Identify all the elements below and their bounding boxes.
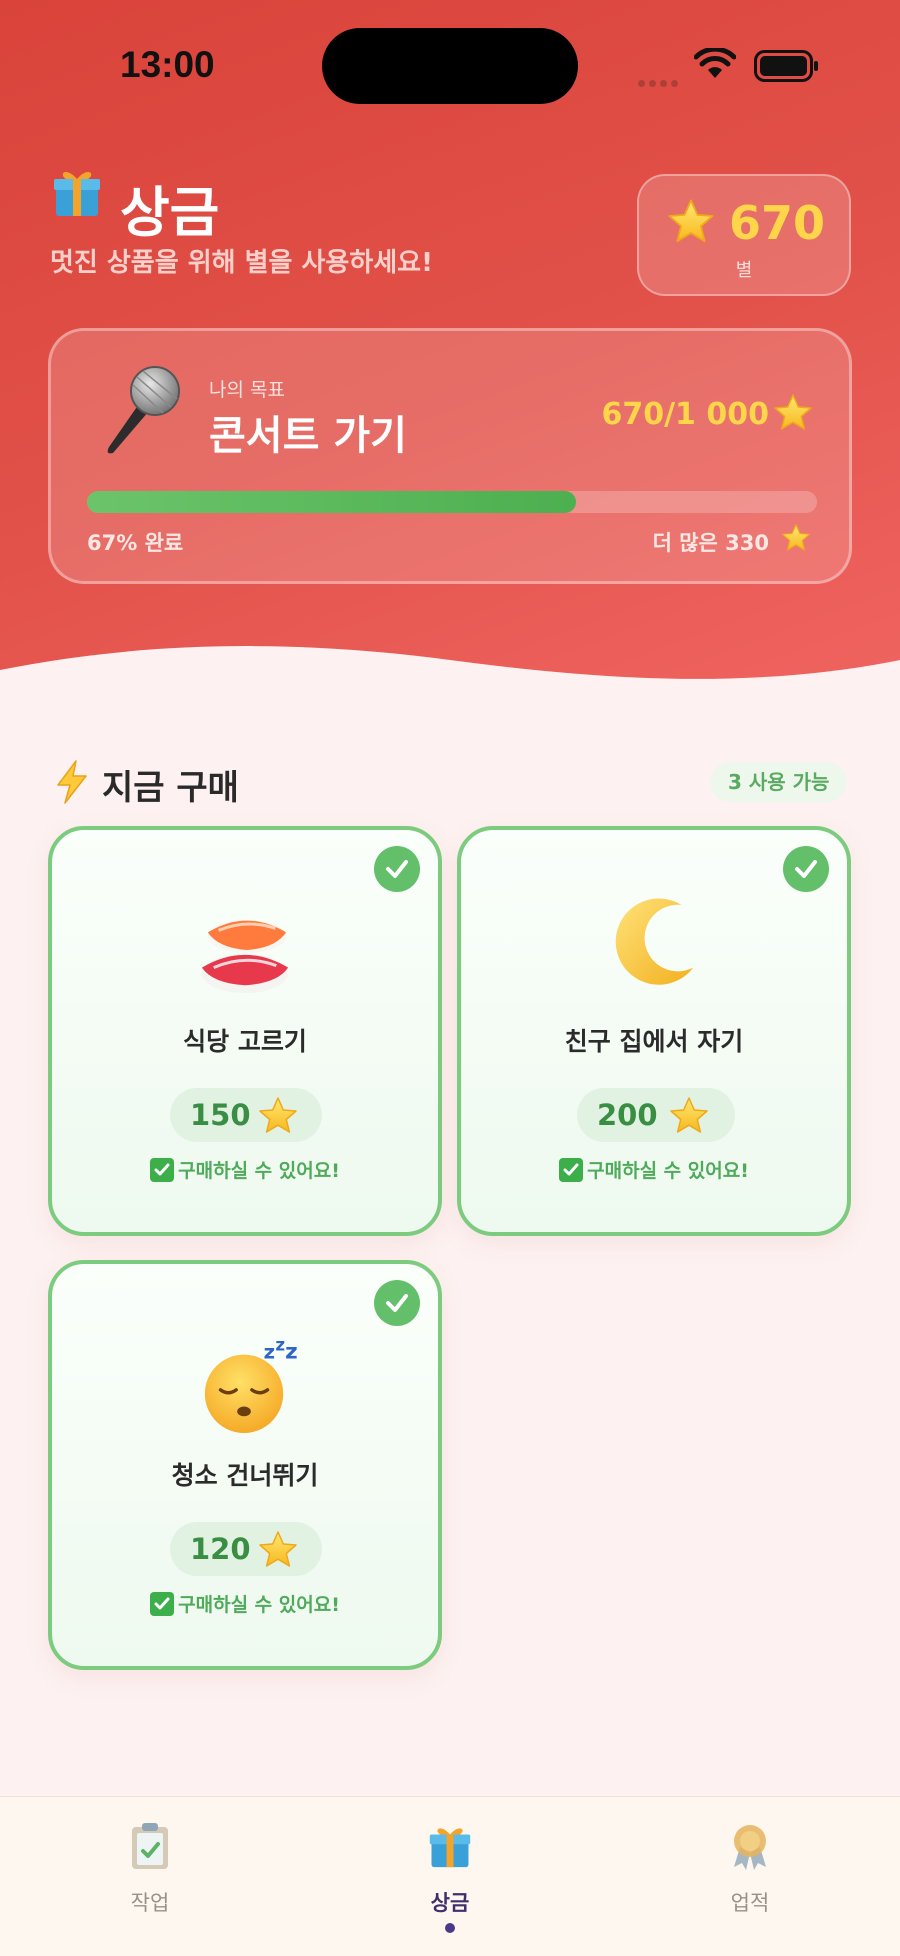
tab-rewards[interactable]: 상금: [300, 1797, 600, 1956]
reward-status: 구매하실 수 있어요!: [461, 1156, 847, 1183]
sushi-icon: [201, 919, 289, 994]
tab-label: 업적: [730, 1891, 770, 1915]
check-icon: [783, 846, 829, 892]
status-bar: 13:00: [0, 0, 900, 130]
svg-text:z: z: [285, 1340, 298, 1365]
lightning-icon: [57, 760, 87, 804]
star-balance-card: 670 별: [637, 174, 851, 296]
reward-status-text: 구매하실 수 있어요!: [587, 1160, 749, 1182]
reward-price-value: 150: [190, 1098, 251, 1132]
star-icon: [258, 1096, 298, 1136]
star-balance-value: 670: [729, 196, 826, 250]
tab-label: 상금: [430, 1891, 470, 1915]
reward-price: 120: [170, 1522, 322, 1576]
svg-text:z: z: [264, 1341, 275, 1364]
reward-price: 200: [577, 1088, 735, 1142]
tab-achievements[interactable]: 업적: [600, 1797, 900, 1956]
goal-progress-fill: [87, 491, 577, 513]
check-icon: [374, 1280, 420, 1326]
reward-card[interactable]: 친구 집에서 자기 200 구매하실 수 있어요!: [457, 826, 851, 1236]
section-title: 지금 구매: [102, 768, 239, 808]
battery-icon: [754, 50, 818, 82]
svg-text:z: z: [275, 1336, 285, 1355]
goal-progress-text: 670/1 000: [601, 397, 769, 432]
reward-price-value: 120: [190, 1532, 251, 1566]
page-title: 상금: [120, 181, 220, 244]
medal-icon: [734, 1825, 766, 1870]
reward-status-text: 구매하실 수 있어요!: [178, 1160, 340, 1182]
star-balance-label: 별: [735, 260, 753, 281]
reward-name: 식당 고르기: [183, 1027, 307, 1056]
goal-kicker: 나의 목표: [209, 379, 285, 401]
reward-card[interactable]: 식당 고르기 150 구매하실 수 있어요!: [48, 826, 442, 1236]
gift-icon: [429, 1828, 471, 1868]
reward-status: 구매하실 수 있어요!: [52, 1590, 438, 1617]
goal-card[interactable]: 나의 목표 콘서트 가기 670/1 000 67% 완료 더 많은 330: [48, 328, 852, 584]
header-wave: [0, 646, 900, 720]
active-tab-indicator: [445, 1923, 455, 1933]
moon-icon: [615, 898, 694, 985]
tab-label: 작업: [130, 1891, 170, 1915]
check-icon: [374, 846, 420, 892]
tab-bar: 작업 상금 업적: [0, 1796, 900, 1956]
microphone-icon: [107, 366, 180, 454]
sleeping-face-icon: z z z: [204, 1336, 298, 1433]
star-icon: [258, 1530, 298, 1570]
reward-status-text: 구매하실 수 있어요!: [178, 1594, 340, 1616]
available-count-badge: 3 사용 가능: [710, 762, 848, 802]
tab-tasks[interactable]: 작업: [0, 1797, 300, 1956]
page-subtitle: 멋진 상품을 위해 별을 사용하세요!: [50, 248, 433, 278]
reward-price-value: 200: [597, 1098, 658, 1132]
status-time: 13:00: [120, 44, 215, 85]
star-icon: [669, 1096, 709, 1136]
checkbox-icon: [150, 1158, 175, 1182]
reward-name: 친구 집에서 자기: [564, 1027, 744, 1056]
goal-name: 콘서트 가기: [209, 413, 407, 459]
star-icon: [667, 198, 715, 246]
clipboard-icon: [132, 1823, 168, 1869]
goal-progress-bar: [87, 491, 817, 513]
cellular-signal-icon: [638, 72, 682, 91]
reward-card[interactable]: z z z 청소 건너뛰기 120 구매하실 수 있어요!: [48, 1260, 442, 1670]
wifi-icon: [694, 48, 736, 78]
checkbox-icon: [559, 1158, 584, 1182]
reward-status: 구매하실 수 있어요!: [52, 1156, 438, 1183]
dynamic-island: [322, 28, 578, 104]
star-icon: [781, 523, 811, 553]
reward-name: 청소 건너뛰기: [171, 1461, 319, 1490]
goal-remaining-label: 더 많은 330: [652, 531, 769, 555]
reward-price: 150: [170, 1088, 322, 1142]
star-icon: [773, 393, 813, 433]
gift-icon: [54, 171, 100, 216]
goal-progress-label: 67% 완료: [87, 531, 184, 555]
checkbox-icon: [150, 1592, 175, 1616]
